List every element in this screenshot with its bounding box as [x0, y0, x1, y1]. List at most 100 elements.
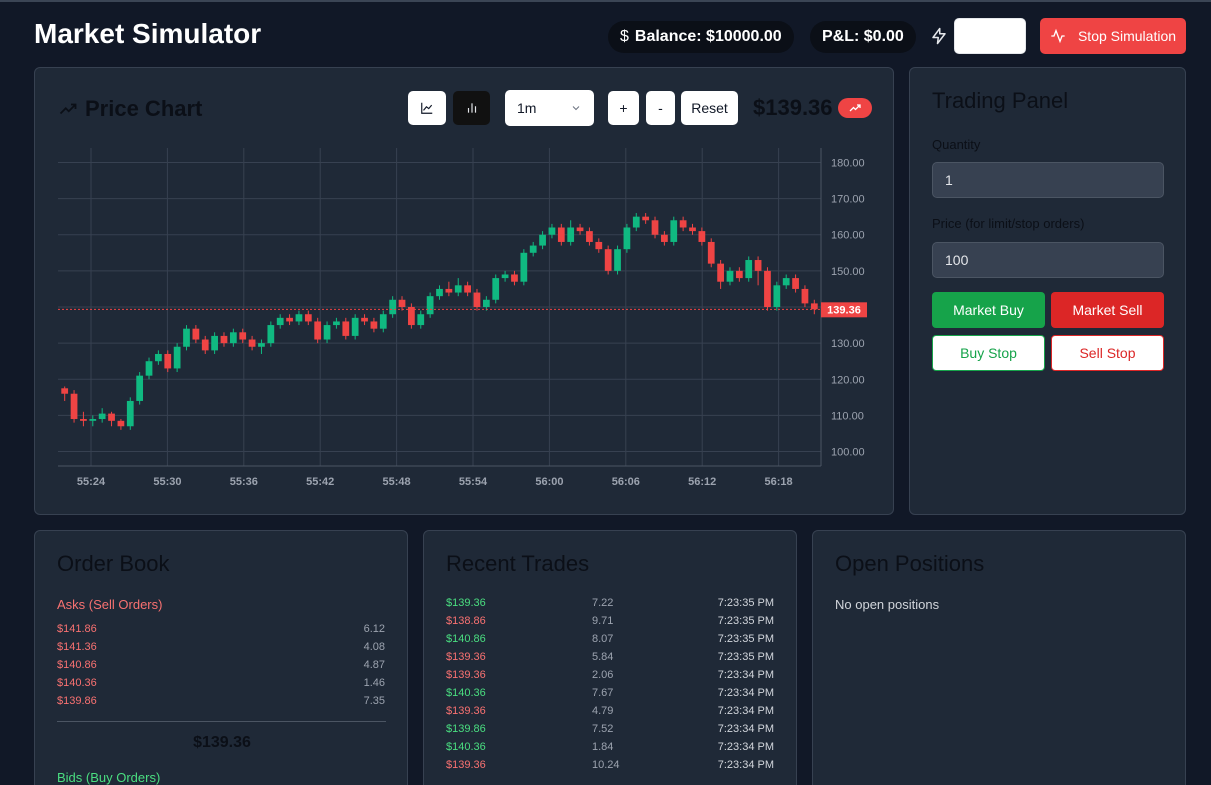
candle-body: [155, 353, 162, 362]
x-tick-label: 55:42: [306, 476, 334, 488]
candle-body: [436, 288, 443, 297]
candle-body: [810, 303, 818, 310]
candle-body: [220, 335, 228, 344]
candle-body: [642, 216, 650, 221]
candle-body: [792, 278, 799, 289]
quantity-input[interactable]: [932, 162, 1164, 198]
candle-body: [511, 274, 518, 282]
asks-label: Asks (Sell Orders): [57, 597, 163, 612]
trade-price: $140.86: [446, 633, 486, 645]
trade-price: $139.36: [446, 597, 486, 609]
ask-price: $140.36: [57, 677, 97, 689]
candle-body: [417, 314, 425, 326]
candle-body: [117, 420, 125, 427]
candle-body: [192, 328, 200, 340]
order-book-title: Order Book: [57, 551, 170, 576]
candle-body: [183, 328, 190, 347]
candle-body: [314, 321, 322, 340]
candle-body: [286, 317, 293, 322]
lightning-icon[interactable]: [930, 27, 948, 45]
divider: [57, 721, 386, 722]
pnl-badge: P&L: $0.00: [810, 21, 916, 53]
candle-body: [108, 413, 115, 421]
y-tick-label: 130.00: [831, 338, 865, 350]
x-tick-label: 56:12: [688, 476, 716, 488]
candle-body: [145, 361, 153, 376]
candle-body: [229, 332, 237, 344]
trade-quantity: 7.52: [592, 723, 614, 735]
trade-price: $139.36: [446, 705, 486, 717]
candle-body: [717, 263, 724, 282]
candle-body: [454, 285, 462, 293]
y-tick-label: 170.00: [831, 194, 865, 206]
y-tick-label: 180.00: [831, 157, 865, 169]
ask-quantity: 6.12: [363, 623, 385, 635]
market-sell-button[interactable]: Market Sell: [1051, 292, 1164, 328]
market-buy-button[interactable]: Market Buy: [932, 292, 1045, 328]
ask-quantity: 4.08: [363, 641, 385, 653]
trade-price: $140.36: [446, 687, 486, 699]
candle-body: [679, 220, 687, 228]
dollar-icon: $: [620, 28, 629, 45]
trade-quantity: 1.84: [592, 741, 614, 753]
candle-body: [164, 353, 172, 369]
candle-body: [304, 314, 312, 322]
pnl-text: P&L: $0.00: [822, 28, 904, 45]
candle-body: [698, 231, 706, 242]
candle-body: [689, 227, 696, 232]
candle-body: [342, 321, 350, 336]
candle-body: [726, 270, 734, 282]
trading-panel-title: Trading Panel: [932, 88, 1069, 113]
candle-body: [173, 346, 181, 369]
buy-stop-button[interactable]: Buy Stop: [932, 335, 1045, 371]
trade-quantity: 8.07: [592, 633, 614, 645]
open-positions-card: Open Positions No open positions: [812, 530, 1186, 785]
trade-price: $139.36: [446, 651, 486, 663]
candle-body: [389, 299, 397, 315]
balance-text: Balance: $10000.00: [634, 28, 782, 45]
ask-price: $140.86: [57, 659, 97, 671]
trade-time: 7:23:34 PM: [717, 723, 774, 735]
candle-body: [61, 388, 69, 394]
candle-body: [520, 252, 528, 282]
y-tick-label: 100.00: [831, 447, 865, 459]
sell-stop-button[interactable]: Sell Stop: [1051, 335, 1164, 371]
candlestick-chart[interactable]: 180.00170.00160.00150.00140.00130.00120.…: [35, 68, 895, 516]
stop-simulation-button[interactable]: Stop Simulation: [1040, 18, 1186, 54]
no-positions-text: No open positions: [835, 597, 940, 612]
trade-time: 7:23:35 PM: [717, 597, 774, 609]
candle-body: [295, 314, 303, 322]
candle-body: [426, 296, 434, 315]
candle-body: [370, 321, 378, 329]
ask-quantity: 4.87: [363, 659, 385, 671]
candle-body: [707, 241, 715, 264]
trade-price: $138.86: [446, 615, 486, 627]
candle-body: [576, 227, 584, 232]
candle-body: [764, 270, 771, 307]
x-tick-label: 55:48: [383, 476, 411, 488]
stop-simulation-label: Stop Simulation: [1077, 28, 1177, 44]
candle-body: [248, 339, 256, 347]
candle-body: [361, 317, 368, 322]
candle-body: [398, 299, 406, 307]
price-input[interactable]: [932, 242, 1164, 278]
x-tick-label: 55:24: [77, 476, 106, 488]
candle-body: [267, 325, 275, 344]
balance-badge: $ Balance: $10000.00: [608, 21, 794, 53]
trade-time: 7:23:34 PM: [717, 687, 774, 699]
blank-button[interactable]: [954, 18, 1026, 54]
candle-body: [614, 249, 621, 271]
candle-body: [801, 288, 809, 304]
top-bar: Market Simulator $ Balance: $10000.00 P&…: [0, 0, 1211, 66]
trade-quantity: 5.84: [592, 651, 614, 663]
candle-body: [276, 317, 284, 326]
candle-body: [735, 270, 743, 279]
candle-body: [80, 419, 87, 421]
candle-body: [482, 299, 490, 307]
trade-quantity: 7.67: [592, 687, 614, 699]
price-label: Price (for limit/stop orders): [932, 216, 1085, 231]
trade-time: 7:23:34 PM: [717, 705, 774, 717]
candle-body: [670, 220, 678, 242]
recent-trades-card: Recent Trades $139.36 7.22 7:23:35 PM $138.…: [423, 530, 797, 785]
y-tick-label: 110.00: [831, 410, 864, 422]
